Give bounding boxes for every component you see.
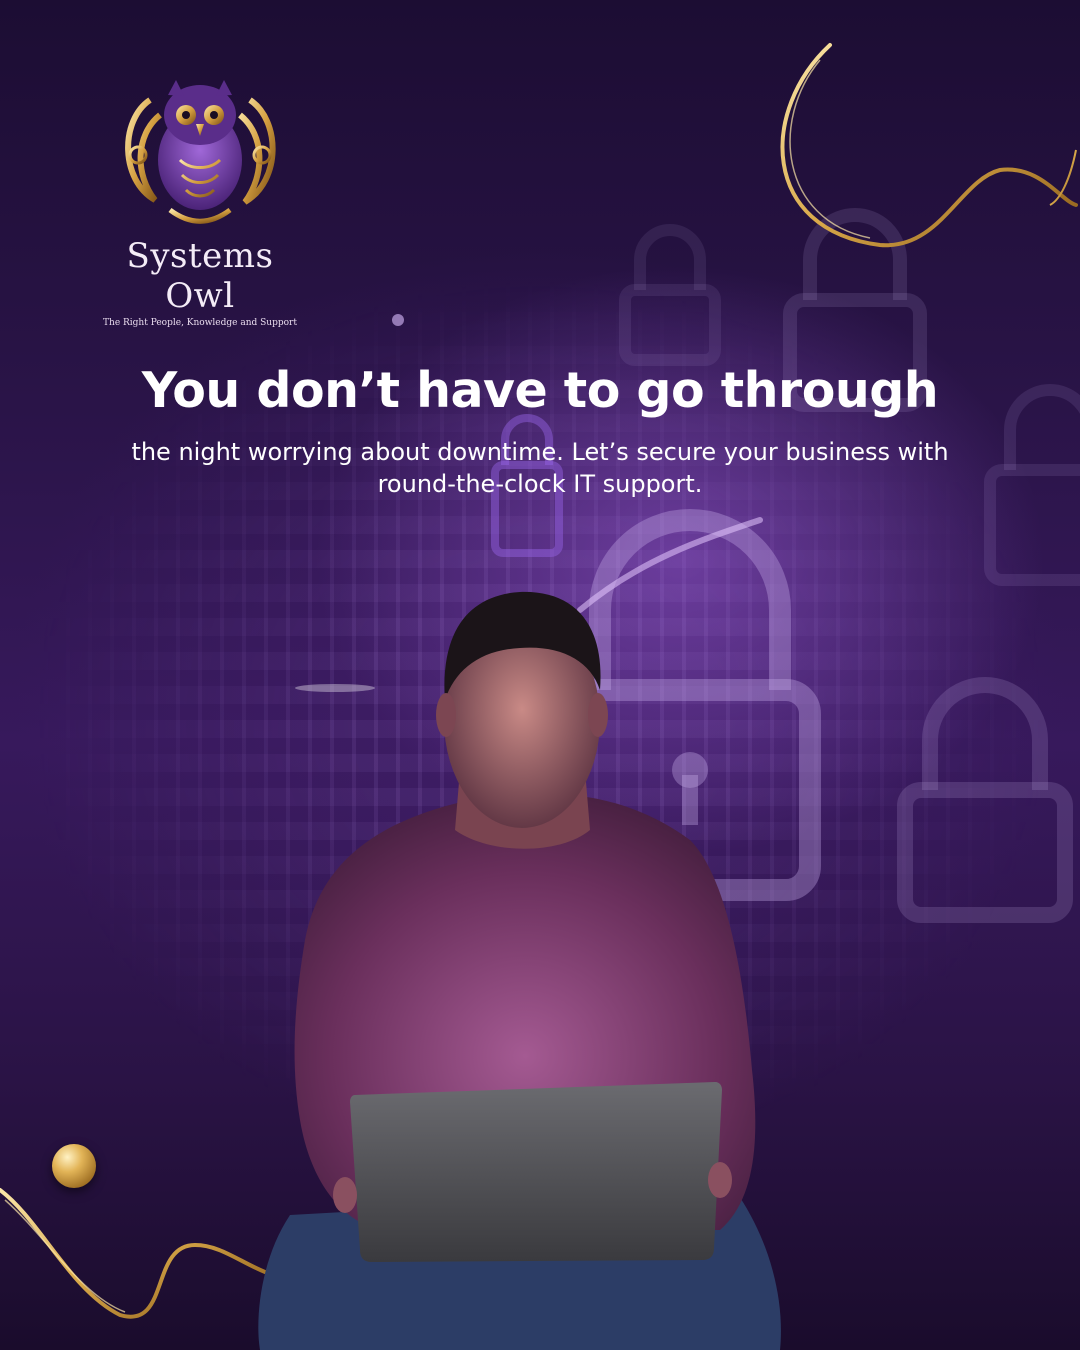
padlock-icon bbox=[897, 677, 1073, 923]
subtext-line-1: the night worrying about downtime. Let’s… bbox=[131, 438, 949, 466]
light-flare bbox=[295, 684, 375, 692]
gold-swirl-bottom bbox=[0, 1188, 267, 1319]
subtext-line-2: round-the-clock IT support. bbox=[377, 470, 703, 498]
owl-icon bbox=[125, 80, 276, 224]
poster-canvas: Systems Owl The Right People, Knowledge … bbox=[0, 0, 1080, 1350]
subtext: the night worrying about downtime. Let’s… bbox=[110, 436, 970, 500]
person-with-laptop-illustration bbox=[258, 591, 781, 1350]
gold-sphere-decoration bbox=[52, 1144, 96, 1188]
brand-logo: Systems Owl The Right People, Knowledge … bbox=[100, 60, 300, 328]
padlock-icon bbox=[619, 224, 721, 366]
headline: You don’t have to go through bbox=[141, 362, 939, 419]
gold-swirl-top bbox=[780, 43, 1078, 248]
brand-tagline: The Right People, Knowledge and Support bbox=[103, 318, 297, 328]
brand-name: Systems Owl bbox=[126, 236, 274, 316]
sparkle bbox=[392, 314, 404, 326]
